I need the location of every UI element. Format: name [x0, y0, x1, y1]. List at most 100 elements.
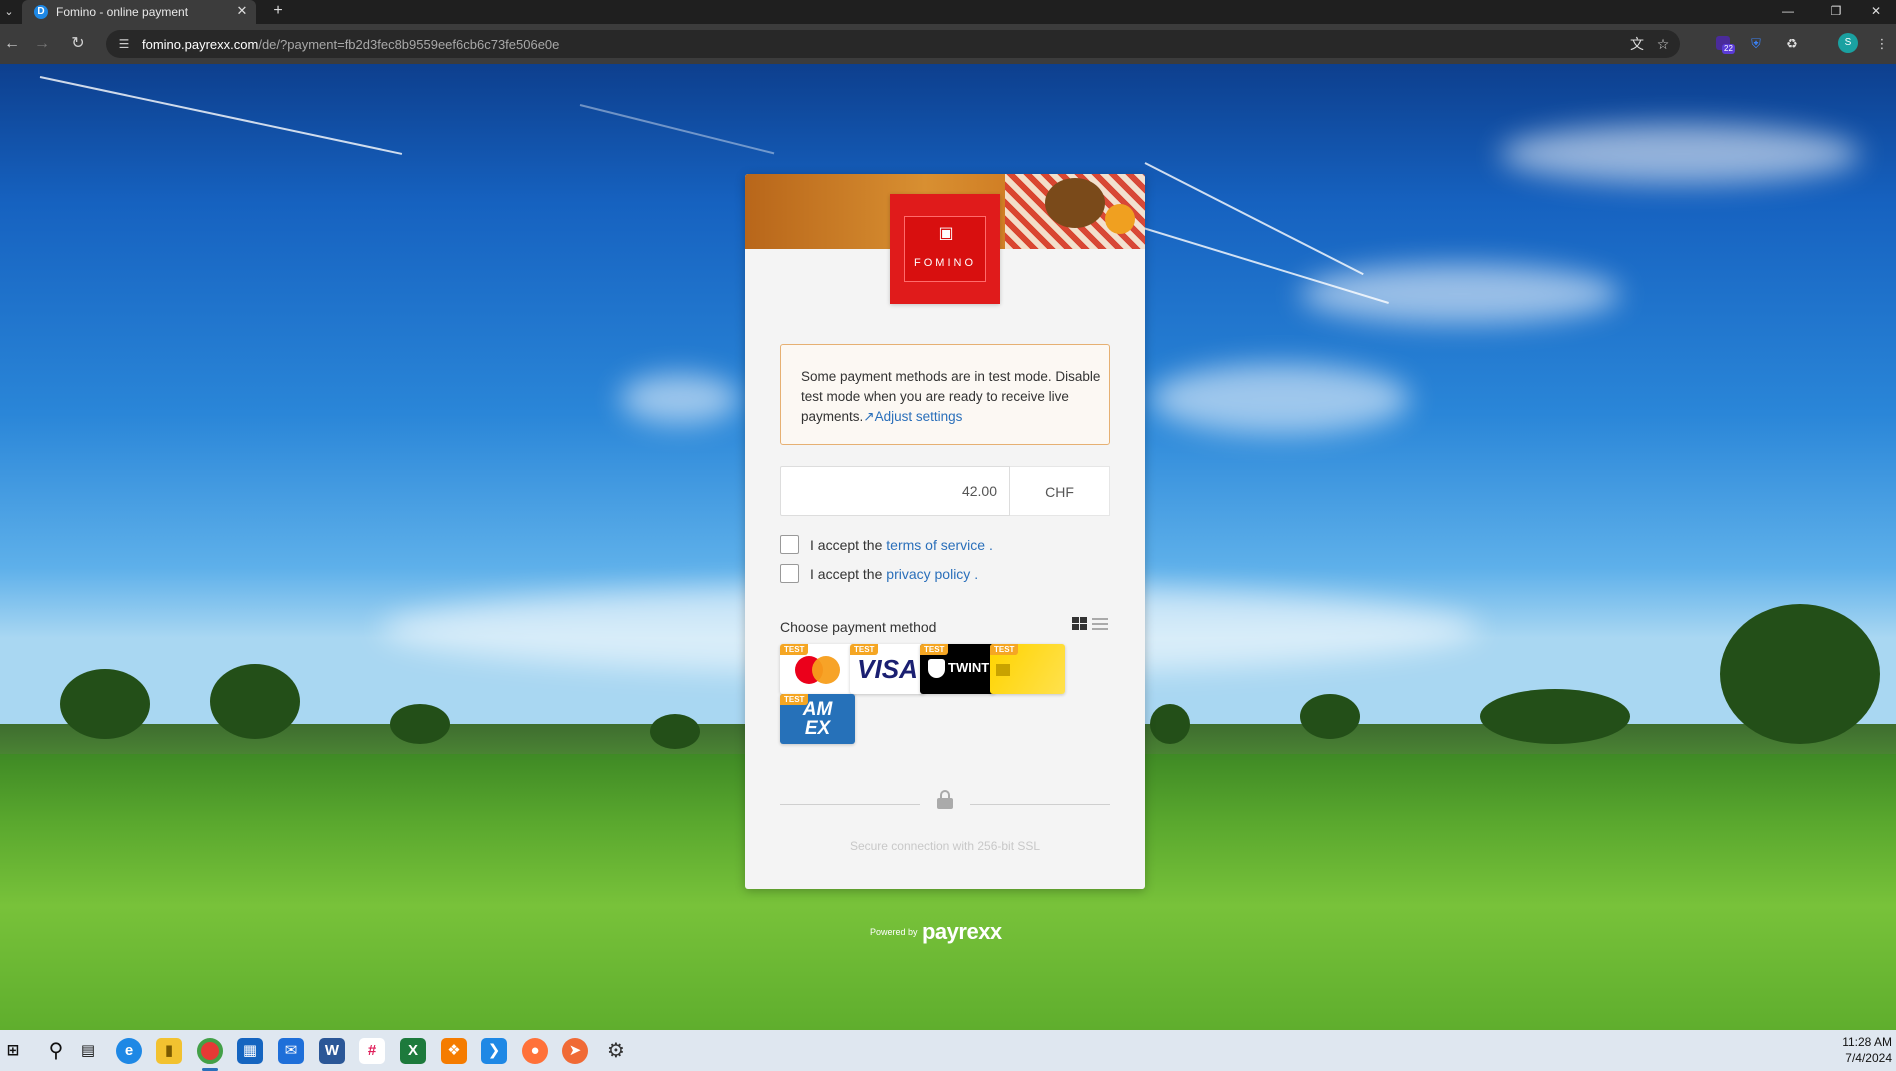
merchant-logo: ▣ FOMINO — [890, 194, 1000, 304]
reload-icon[interactable]: ↻ — [66, 32, 90, 56]
clock-date: 7/4/2024 — [1845, 1051, 1892, 1065]
postfinance-option[interactable]: TEST — [990, 644, 1065, 694]
terms-label: I accept the terms of service . — [810, 537, 993, 553]
powered-by-label: Powered by — [870, 927, 918, 937]
postman-icon[interactable]: ➤ — [562, 1038, 588, 1064]
banner-fruit — [1105, 204, 1135, 234]
tree — [1720, 604, 1880, 744]
extension-badge: 22 — [1722, 44, 1735, 54]
privacy-policy-link[interactable]: privacy policy — [886, 566, 970, 582]
windows-start-icon[interactable]: ⊞ — [0, 1038, 26, 1064]
taskbar: ⊞ ⚲ ▤ e ▮ ▦ ✉ W # X ❖ ❯ ● ➤ ⚙ 11:28 AM 7… — [0, 1030, 1896, 1071]
postfinance-card-icon — [996, 664, 1010, 676]
search-icon[interactable]: ⚲ — [43, 1038, 69, 1064]
store-icon[interactable]: ▦ — [237, 1038, 263, 1064]
excel-icon[interactable]: X — [400, 1038, 426, 1064]
task-view-icon[interactable]: ▤ — [75, 1038, 101, 1064]
terms-checkbox[interactable] — [780, 535, 799, 554]
settings-gear-icon[interactable]: ⚙ — [603, 1038, 629, 1064]
shield-extension-icon[interactable]: ⛨ — [1746, 34, 1766, 54]
system-clock[interactable]: 11:28 AM 7/4/2024 — [1842, 1034, 1892, 1066]
list-view-icon[interactable] — [1092, 618, 1108, 630]
clock-time: 11:28 AM — [1842, 1035, 1892, 1049]
address-bar[interactable]: ☰ fomino.payrexx.com/de/?payment=fb2d3fe… — [106, 30, 1680, 58]
extension-icon[interactable]: 22 — [1714, 34, 1735, 54]
tree — [1150, 704, 1190, 744]
close-tab-icon[interactable]: ✕ — [234, 3, 250, 19]
bookmark-star-icon[interactable]: ☆ — [1654, 35, 1672, 53]
grid-view-icon[interactable] — [1072, 617, 1088, 631]
divider-right — [970, 804, 1110, 805]
word-icon[interactable]: W — [319, 1038, 345, 1064]
url-text[interactable]: fomino.payrexx.com/de/?payment=fb2d3fec8… — [142, 37, 559, 52]
vscode-icon[interactable]: ❯ — [481, 1038, 507, 1064]
twint-option[interactable]: TEST TWINT — [920, 644, 995, 694]
privacy-label: I accept the privacy policy . — [810, 566, 979, 582]
amount-input[interactable]: 42.00 — [780, 466, 1010, 516]
browser-menu-icon[interactable]: ⋮ — [1872, 34, 1892, 54]
test-badge: TEST — [850, 644, 879, 655]
translate-icon[interactable]: 文 — [1628, 35, 1646, 53]
page-viewport: ▣ FOMINO Some payment methods are in tes… — [0, 64, 1896, 1030]
banner-burger — [1045, 178, 1105, 228]
payment-card: ▣ FOMINO Some payment methods are in tes… — [745, 174, 1145, 889]
browser-tab[interactable]: D Fomino - online payment ✕ — [22, 0, 256, 24]
ssl-text: Secure connection with 256-bit SSL — [849, 839, 1041, 853]
visa-icon: VISA — [857, 654, 918, 684]
payrexx-favicon-icon: D — [34, 5, 48, 19]
tree — [210, 664, 300, 739]
tree — [1480, 689, 1630, 744]
forward-arrow-icon[interactable]: → — [30, 32, 54, 56]
extensions-puzzle-icon[interactable]: ♻ — [1782, 34, 1802, 54]
powered-by-payrexx[interactable]: Powered by payrexx — [870, 919, 1002, 944]
amex-option[interactable]: TEST AM EX — [780, 694, 855, 744]
edge-icon[interactable]: e — [116, 1038, 142, 1064]
payrexx-logo: payrexx — [921, 919, 1002, 944]
mastercard-option[interactable]: TEST — [780, 644, 855, 694]
new-tab-plus-icon[interactable]: + — [268, 0, 288, 24]
cloud — [1500, 124, 1860, 184]
mail-icon[interactable]: ✉ — [278, 1038, 304, 1064]
logo-text: FOMINO — [914, 257, 976, 269]
back-arrow-icon[interactable]: ← — [0, 32, 24, 56]
test-mode-notice: Some payment methods are in test mode. D… — [780, 344, 1110, 445]
tree — [650, 714, 700, 749]
profile-avatar[interactable]: S — [1838, 33, 1858, 53]
test-badge: TEST — [920, 644, 949, 655]
tree — [1300, 694, 1360, 739]
cloud — [1300, 264, 1620, 324]
tab-search-chevron-icon[interactable]: ⌄ — [0, 0, 18, 24]
tree — [60, 669, 150, 739]
cloud — [1150, 364, 1410, 434]
slack-icon[interactable]: # — [359, 1038, 385, 1064]
privacy-checkbox[interactable] — [780, 564, 799, 583]
visa-option[interactable]: TEST VISA — [850, 644, 925, 694]
mastercard-circle — [812, 656, 840, 684]
lock-icon — [937, 790, 953, 809]
site-info-icon[interactable]: ☰ — [116, 36, 132, 52]
minimize-window-icon[interactable]: — — [1768, 0, 1808, 24]
divider-left — [780, 804, 920, 805]
notice-text: Some payment methods are in test mode. D… — [801, 369, 1101, 424]
browser-toolbar: ← → ↻ ☰ fomino.payrexx.com/de/?payment=f… — [0, 24, 1896, 64]
amount-value: 42.00 — [961, 483, 997, 499]
test-badge: TEST — [990, 644, 1019, 655]
cloud — [620, 374, 740, 424]
firefox-icon[interactable]: ● — [522, 1038, 548, 1064]
adjust-settings-link[interactable]: Adjust settings — [875, 409, 963, 424]
xampp-icon[interactable]: ❖ — [441, 1038, 467, 1064]
browser-tab-bar: ⌄ D Fomino - online payment ✕ + — ❐ ✕ — [0, 0, 1896, 24]
close-window-icon[interactable]: ✕ — [1856, 0, 1896, 24]
external-link-icon[interactable]: ↗ — [863, 409, 874, 424]
chrome-icon[interactable] — [197, 1038, 223, 1064]
test-badge: TEST — [780, 644, 809, 655]
chat-bubble-icon: ▣ — [938, 225, 954, 242]
test-badge: TEST — [780, 694, 809, 705]
logo-frame: ▣ FOMINO — [904, 216, 986, 282]
file-explorer-icon[interactable]: ▮ — [156, 1038, 182, 1064]
restore-window-icon[interactable]: ❐ — [1816, 0, 1856, 24]
amex-icon: AM EX — [802, 699, 833, 739]
twint-shield-icon — [928, 659, 945, 678]
twint-icon: TWINT — [948, 660, 990, 675]
terms-of-service-link[interactable]: terms of service — [886, 537, 985, 553]
